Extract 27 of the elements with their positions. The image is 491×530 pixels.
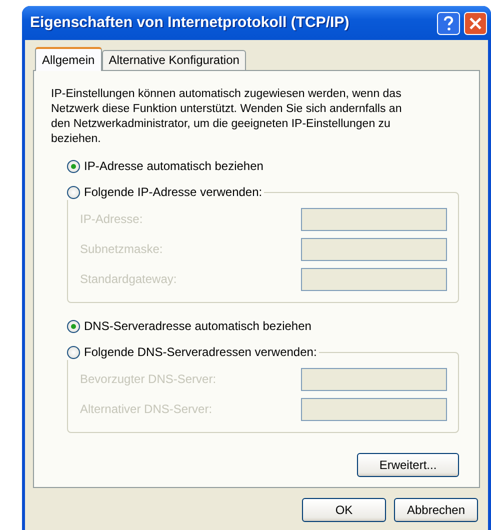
ok-button[interactable]: OK [302, 498, 386, 522]
field-label: Standardgateway: [80, 271, 177, 288]
tab[interactable]: Allgemein [35, 47, 102, 71]
description-text: IP-Einstellungen können automatisch zugewiesen werden, wenn das Netzwerk diese Funktion unterstützt. Wenden Sie sich andernfalls an den Netzwerkadministrator, um die geeigneten IP-Einstellungen zu beziehen. [51, 87, 403, 147]
window-title: Eigenschaften von Internetprotokoll (TCP/IP) [30, 12, 350, 33]
input-field[interactable] [301, 368, 447, 390]
input-field[interactable] [301, 208, 447, 230]
input-field[interactable] [301, 238, 447, 260]
help-icon[interactable] [437, 12, 460, 34]
radio-label: Folgende IP-Adresse verwenden: [84, 185, 262, 200]
input-field[interactable] [301, 268, 447, 290]
field-label: Alternativer DNS-Server: [80, 401, 212, 418]
field-label: Subnetzmaske: [80, 241, 163, 258]
radio-button[interactable] [67, 320, 80, 333]
radio-button[interactable] [67, 346, 80, 359]
input-field[interactable] [301, 398, 447, 420]
cancel-button[interactable]: Abbrechen [394, 498, 478, 522]
field-label: IP-Adresse: [80, 211, 143, 228]
tab[interactable]: Alternative Konfiguration [102, 50, 246, 70]
radio-button[interactable] [67, 160, 80, 173]
advanced-button[interactable]: Erweitert... [357, 453, 459, 477]
field-label: Bevorzugter DNS-Server: [80, 371, 216, 388]
close-icon[interactable] [464, 12, 487, 34]
radio-button[interactable] [67, 186, 80, 199]
radio-label: IP-Adresse automatisch beziehen [84, 159, 264, 174]
radio-label: Folgende DNS-Serveradressen verwenden: [84, 345, 317, 360]
radio-label: DNS-Serveradresse automatisch beziehen [84, 319, 312, 334]
